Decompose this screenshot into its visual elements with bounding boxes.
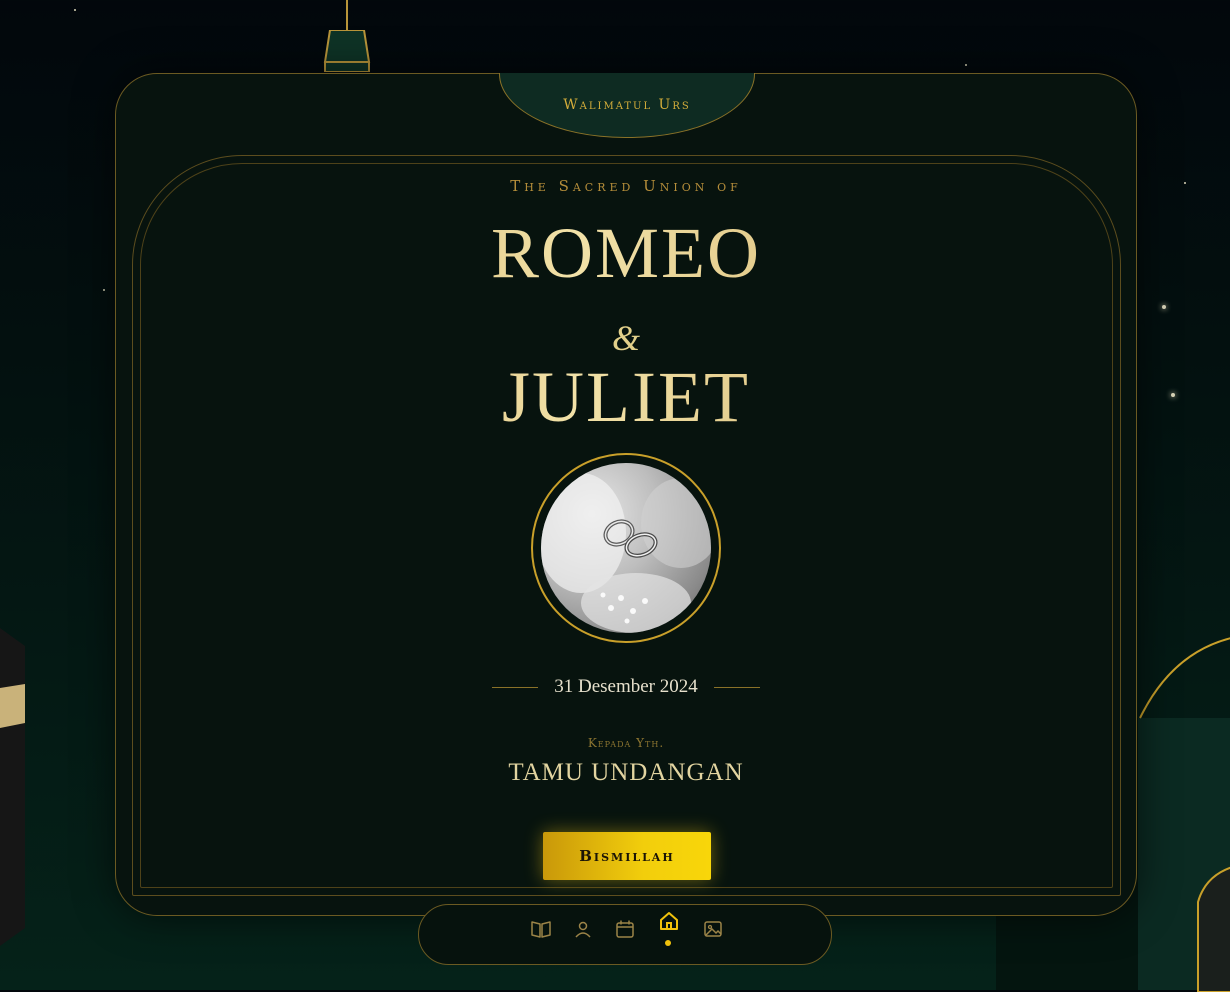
date-divider-left bbox=[492, 686, 539, 688]
book-open-icon bbox=[531, 921, 551, 938]
mosque-dome-icon bbox=[1197, 866, 1230, 992]
kaaba-icon bbox=[0, 628, 25, 946]
star bbox=[965, 64, 967, 66]
groom-name: ROMEO bbox=[116, 212, 1136, 295]
bottom-nav bbox=[418, 904, 832, 965]
lantern-icon bbox=[323, 30, 371, 72]
header-tab: Walimatul Urs bbox=[499, 73, 755, 138]
date-divider-right bbox=[713, 686, 760, 688]
nav-item-home[interactable] bbox=[657, 909, 681, 933]
nav-item-couple[interactable] bbox=[571, 917, 595, 941]
active-indicator-dot bbox=[665, 940, 671, 946]
guest-name: TAMU UNDANGAN bbox=[508, 759, 744, 786]
star bbox=[1184, 182, 1186, 184]
calendar-icon bbox=[616, 920, 634, 938]
date-row: 31 Desember 2024 bbox=[116, 676, 1136, 698]
nav-item-story[interactable] bbox=[529, 917, 553, 941]
couple-photo-frame bbox=[531, 453, 721, 643]
header-tab-label: Walimatul Urs bbox=[563, 97, 691, 113]
star bbox=[1171, 393, 1175, 397]
open-invitation-button[interactable]: Bismillah bbox=[543, 832, 711, 880]
wedding-date: 31 Desember 2024 bbox=[554, 676, 698, 697]
star bbox=[1162, 305, 1166, 309]
nav-item-gallery[interactable] bbox=[701, 917, 725, 941]
star bbox=[103, 289, 105, 291]
subtitle: The Sacred Union of bbox=[510, 177, 742, 195]
ampersand: & bbox=[611, 318, 640, 358]
bride-name: JULIET bbox=[116, 356, 1136, 439]
home-icon bbox=[660, 912, 678, 930]
recipient-label: Kepada Yth. bbox=[587, 736, 665, 750]
star bbox=[74, 9, 76, 11]
image-icon bbox=[704, 921, 722, 937]
mosque-arch-icon bbox=[1139, 637, 1230, 719]
nav-item-event[interactable] bbox=[613, 917, 637, 941]
wedding-rings-photo bbox=[541, 463, 711, 633]
user-icon bbox=[575, 921, 591, 938]
wedding-rings-icon bbox=[541, 473, 711, 633]
lantern-cord bbox=[346, 0, 348, 32]
invitation-card: Walimatul Urs The Sacred Union of ROMEO … bbox=[115, 73, 1137, 916]
